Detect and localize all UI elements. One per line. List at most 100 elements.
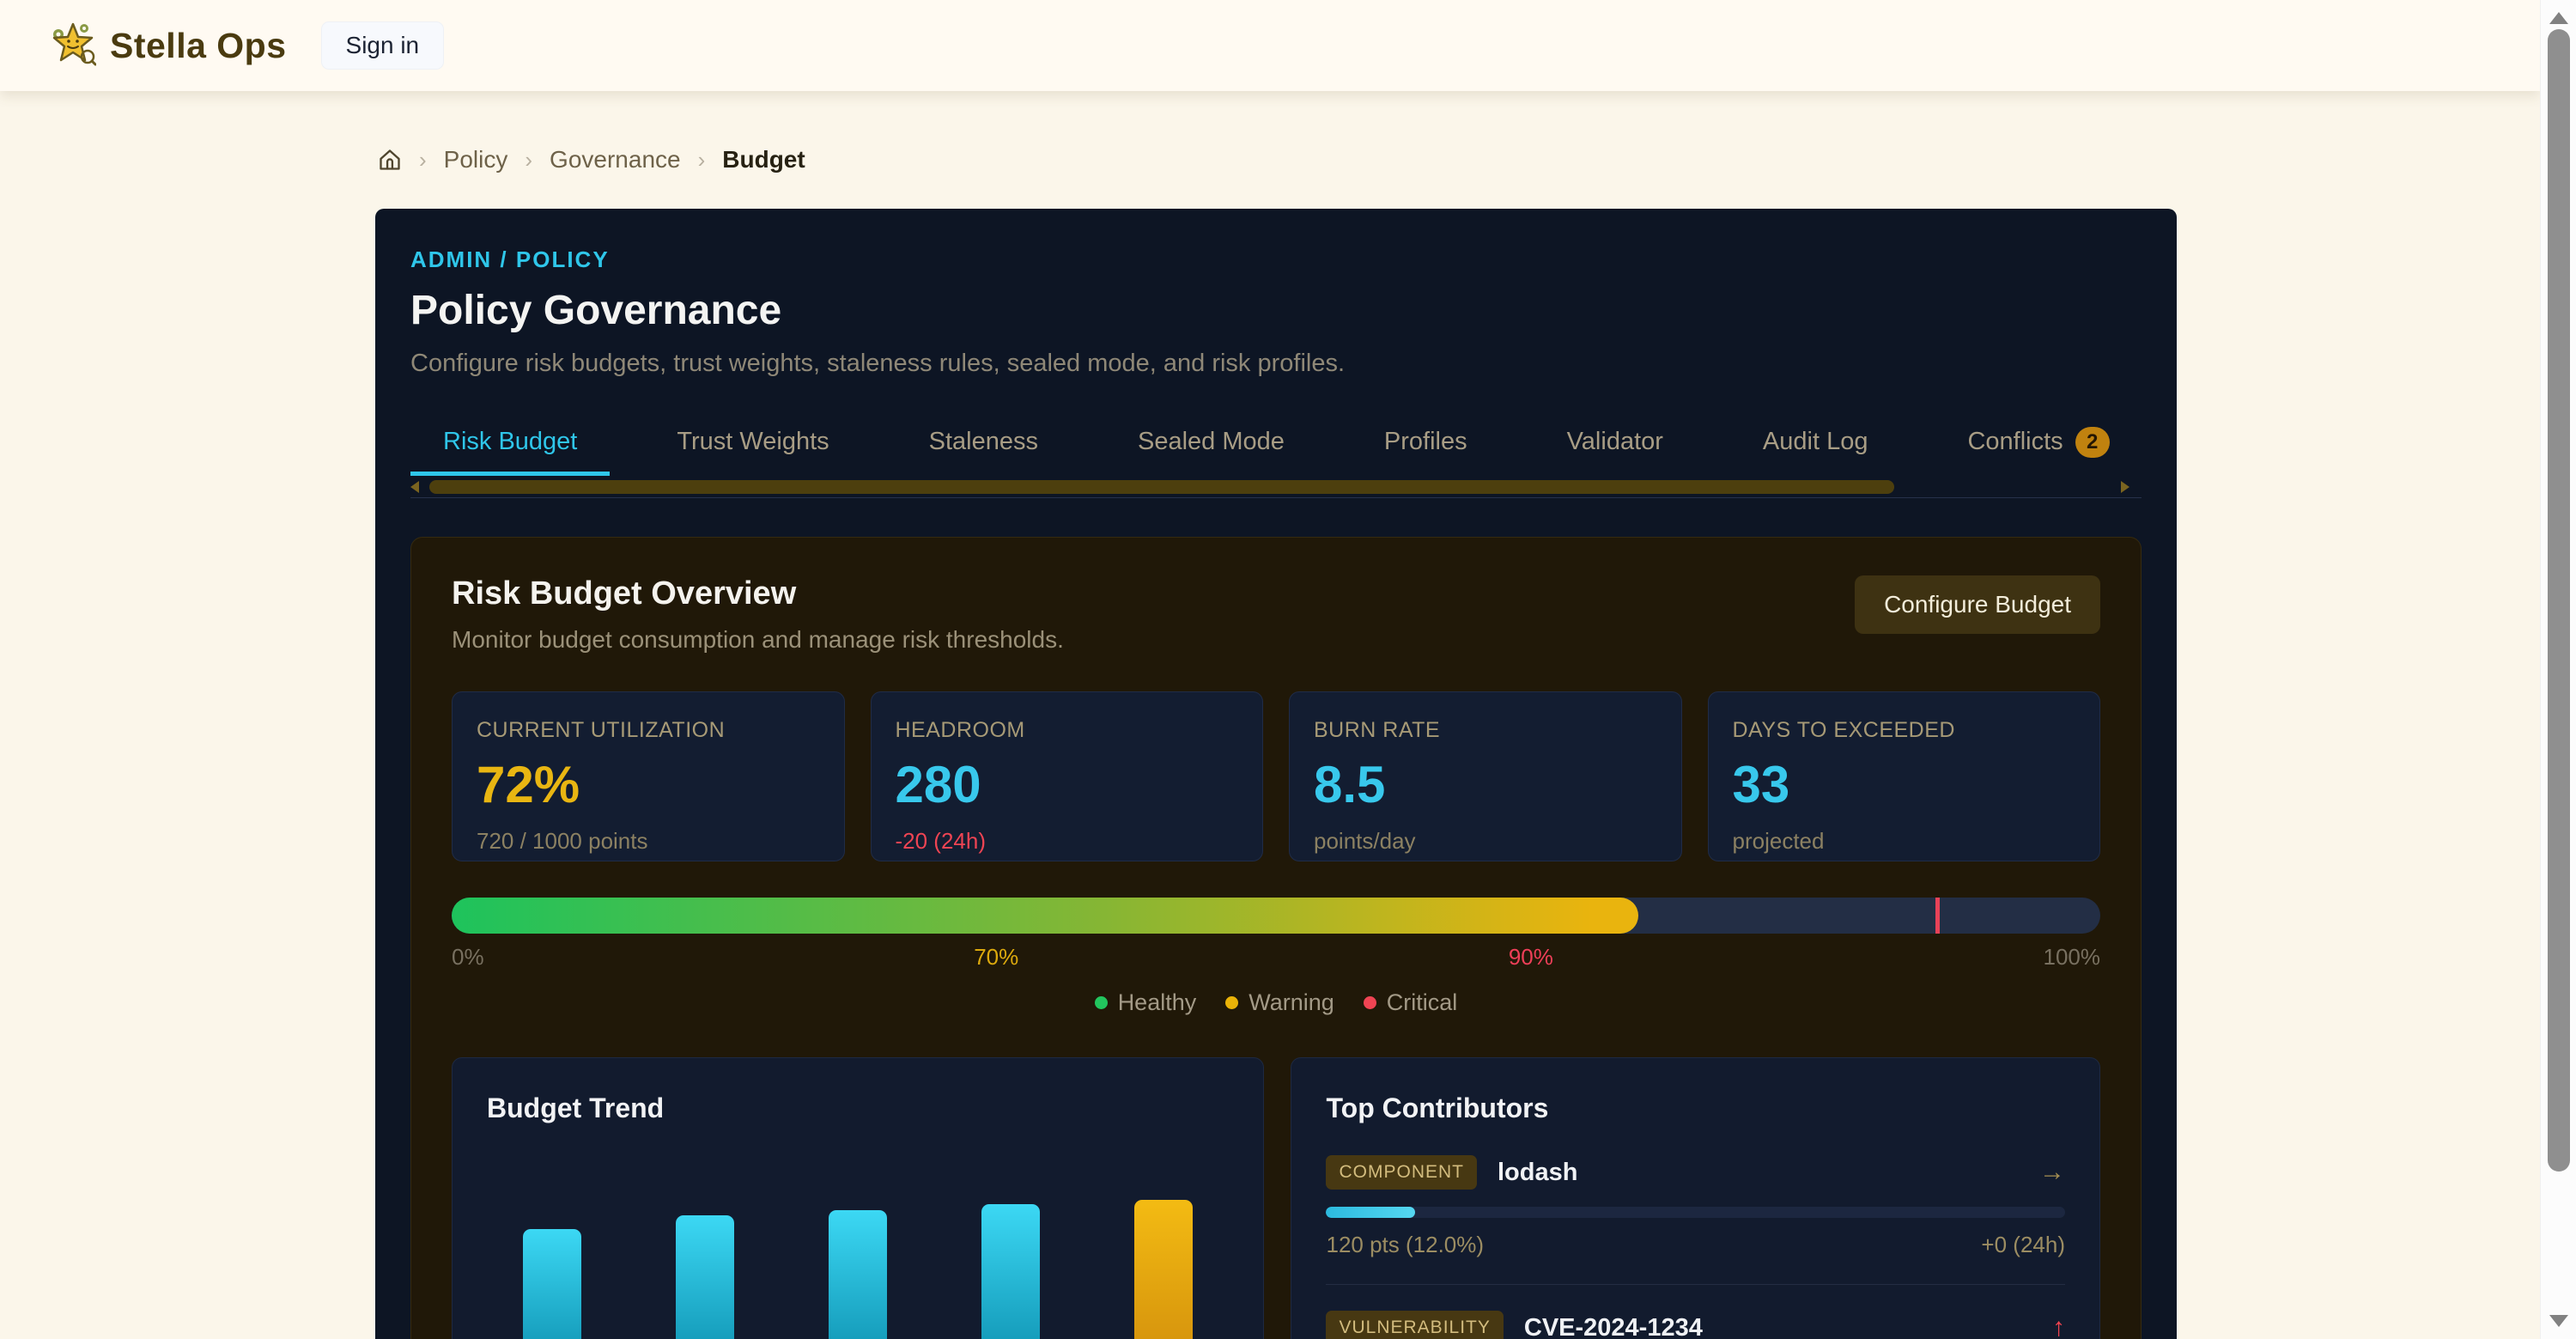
trend-bar[interactable] [829,1210,887,1339]
legend-dot-icon [1095,996,1108,1009]
contributor-points: 120 pts (12.0%) [1326,1232,1484,1258]
breadcrumb-link-governance[interactable]: Governance [550,146,681,173]
scroll-up-icon[interactable] [2549,12,2568,24]
legend-dot-icon [1364,996,1376,1009]
budget-trend-card: Budget Trend 12/112/812/1512/2212/29 [452,1057,1264,1339]
contributor-type-badge: COMPONENT [1326,1155,1477,1190]
legend-label: Healthy [1118,989,1197,1016]
trend-bar-column: 12/15 [829,1186,887,1339]
tab-label: Sealed Mode [1138,428,1285,456]
page-scrollbar[interactable] [2540,0,2576,1339]
utilization-gauge [452,898,2100,934]
browser-viewport: Stella Ops Sign in › Policy › Governance… [0,0,2576,1339]
contributor-progress-fill [1326,1207,1414,1218]
contributor-row: VULNERABILITYCVE-2024-1234↑95 pts (9.5%)… [1326,1311,2065,1339]
chevron-right-icon: › [698,147,706,173]
page-subtitle: Configure risk budgets, trust weights, s… [410,350,2142,378]
tab-label: Profiles [1384,428,1467,456]
gauge-legend: Healthy Warning Critical [452,989,2100,1016]
breadcrumb-link-policy[interactable]: Policy [444,146,508,173]
contributor-row-header: VULNERABILITYCVE-2024-1234↑ [1326,1311,2065,1339]
tab-bar: Risk Budget Trust Weights Staleness Sealed … [410,412,2142,476]
brand-title: Stella Ops [110,26,287,66]
scroll-right-icon[interactable] [2121,481,2129,493]
gauge-label-100: 100% [2044,944,2101,971]
gauge-label-90: 90% [1509,944,1553,971]
stat-subtext: points/day [1314,828,1657,855]
row-divider [1326,1284,2065,1285]
page-title: Policy Governance [410,287,2142,334]
stat-label: HEADROOM [896,718,1239,743]
risk-budget-overview-card: Risk Budget Overview Monitor budget cons… [410,537,2142,1339]
tab-label: Risk Budget [443,428,577,456]
contributor-progress [1326,1207,2065,1218]
tab-label: Trust Weights [677,428,829,456]
stat-subtext: -20 (24h) [896,828,1239,855]
trend-up-icon[interactable]: ↑ [2052,1313,2065,1339]
tab-label: Staleness [929,428,1038,456]
tab-conflicts[interactable]: Conflicts2 [1935,412,2142,476]
legend-item-healthy: Healthy [1095,989,1197,1016]
contributor-name: lodash [1498,1159,1577,1187]
contributor-row: COMPONENT lodash → 120 pts (12.0%) +0 (24h) [1326,1155,2065,1258]
contributor-name: CVE-2024-1234 [1524,1314,1703,1339]
stat-value: 8.5 [1314,755,1657,814]
contributor-delta: +0 (24h) [1981,1232,2065,1258]
scroll-down-icon[interactable] [2549,1315,2568,1327]
tab-validator[interactable]: Validator [1534,412,1696,476]
top-contributors-list: COMPONENTlodash→120 pts (12.0%)+0 (24h)V… [1326,1155,2065,1339]
stat-subtext: projected [1733,828,2076,855]
tab-profiles[interactable]: Profiles [1352,412,1500,476]
contributor-stats: 120 pts (12.0%) +0 (24h) [1326,1232,2065,1258]
policy-governance-panel: ADMIN / POLICY Policy Governance Configu… [375,209,2177,1339]
contributor-row-header: COMPONENT lodash → [1326,1155,2065,1190]
stat-subtext: 720 / 1000 points [477,828,820,855]
stat-label: CURRENT UTILIZATION [477,718,820,743]
top-contributors-card: Top Contributors COMPONENT lodash → 120 pts… [1291,1057,2100,1339]
home-icon[interactable] [378,148,402,172]
tabs-scrollbar-thumb[interactable] [429,480,1894,494]
trend-bar-column: 12/1 [523,1186,581,1339]
legend-item-warning: Warning [1225,989,1334,1016]
topbar: Stella Ops Sign in [0,0,2540,91]
stat-label: DAYS TO EXCEEDED [1733,718,2076,743]
sign-in-button[interactable]: Sign in [321,21,445,70]
page-scrollbar-thumb[interactable] [2548,29,2570,1172]
section-eyebrow: ADMIN / POLICY [410,246,2142,273]
gauge-fill [452,898,1638,934]
tab-staleness[interactable]: Staleness [896,412,1071,476]
legend-label: Warning [1249,989,1334,1016]
trend-bar[interactable] [981,1204,1040,1339]
gauge-label-70: 70% [974,944,1018,971]
trend-bar[interactable] [1134,1200,1193,1339]
tab-label: Validator [1567,428,1663,456]
tabs-divider [410,497,2142,498]
legend-label: Critical [1387,989,1458,1016]
budget-trend-chart: 12/112/812/1512/2212/29 [487,1186,1229,1339]
stat-card-burn-rate: BURN RATE 8.5 points/day [1289,691,1682,861]
chevron-right-icon: › [525,147,532,173]
stat-card-current-utilization: CURRENT UTILIZATION72%720 / 1000 points [452,691,845,861]
stella-ops-logo-icon [50,21,96,71]
trend-bar-column: 12/22 [981,1186,1040,1339]
chevron-right-icon: › [419,147,427,173]
overview-title: Risk Budget Overview [452,575,1064,612]
trend-bar-column: 12/8 [676,1186,734,1339]
tab-trust-weights[interactable]: Trust Weights [644,412,861,476]
trend-bar[interactable] [676,1215,734,1339]
stat-label: BURN RATE [1314,718,1657,743]
trend-bar[interactable] [523,1229,581,1339]
scroll-left-icon[interactable] [410,481,419,493]
top-contributors-title: Top Contributors [1326,1093,2065,1124]
tabs-scrollbar[interactable] [410,479,2142,495]
configure-budget-button[interactable]: Configure Budget [1855,575,2100,634]
stat-card-headroom: HEADROOM280-20 (24h) [871,691,1264,861]
tab-audit-log[interactable]: Audit Log [1730,412,1901,476]
stat-value: 33 [1733,755,2076,814]
tab-risk-budget[interactable]: Risk Budget [410,412,610,476]
tab-sealed-mode[interactable]: Sealed Mode [1105,412,1317,476]
tab-label: Audit Log [1763,428,1868,456]
arrow-right-icon[interactable]: → [2039,1158,2065,1187]
legend-dot-icon [1225,996,1238,1009]
legend-item-critical: Critical [1364,989,1458,1016]
